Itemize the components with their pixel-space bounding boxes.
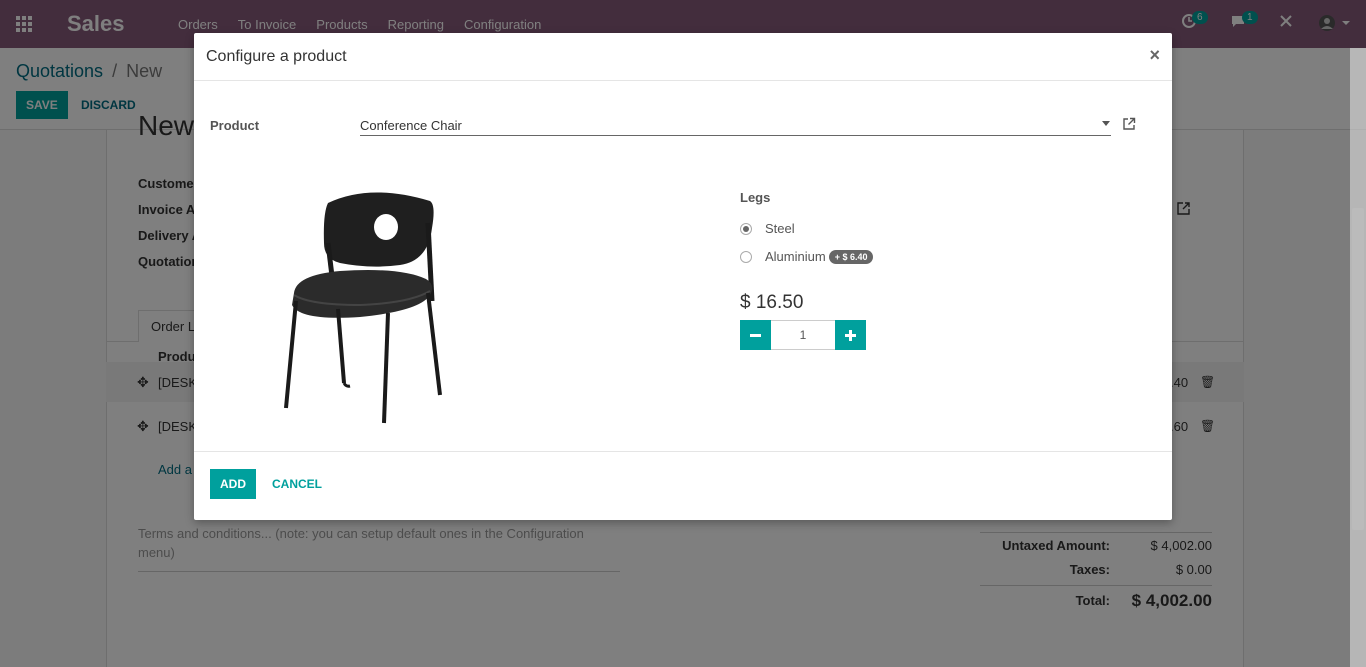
- quantity-decrease-button[interactable]: [740, 320, 771, 350]
- attribute-legs-label: Legs: [740, 190, 771, 205]
- quantity-increase-button[interactable]: [835, 320, 866, 350]
- chevron-down-icon[interactable]: [1102, 121, 1110, 126]
- minus-icon: [750, 333, 761, 337]
- dialog-header: Configure a product ×: [194, 33, 1172, 81]
- option-steel-label: Steel: [765, 221, 795, 236]
- quantity-input[interactable]: [771, 320, 835, 350]
- radio-steel[interactable]: [740, 222, 752, 235]
- page-scrollbar-thumb[interactable]: [1352, 208, 1364, 530]
- plus-icon: [845, 329, 856, 341]
- cancel-button[interactable]: CANCEL: [272, 477, 322, 491]
- price-extra-badge: + $ 6.40: [828, 249, 874, 264]
- product-select[interactable]: [360, 115, 1111, 136]
- option-steel[interactable]: Steel: [740, 221, 795, 236]
- product-price: $ 16.50: [740, 292, 804, 313]
- dialog-title: Configure a product: [206, 48, 347, 65]
- option-aluminium[interactable]: Aluminium + $ 6.40: [740, 249, 874, 264]
- configure-product-dialog: Configure a product × Product Legs S: [194, 33, 1172, 520]
- product-image: [280, 183, 450, 425]
- external-link-icon[interactable]: [1122, 117, 1136, 131]
- radio-aluminium[interactable]: [740, 250, 752, 263]
- dialog-footer: ADD CANCEL: [194, 451, 1172, 520]
- add-button[interactable]: ADD: [210, 469, 256, 499]
- close-icon[interactable]: ×: [1149, 45, 1160, 66]
- product-label: Product: [210, 118, 260, 133]
- quantity-stepper: [740, 320, 866, 350]
- option-aluminium-label: Aluminium: [765, 249, 826, 264]
